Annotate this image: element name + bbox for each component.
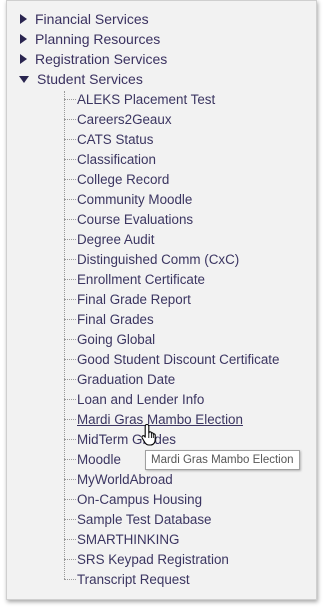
category-label: Registration Services (35, 51, 168, 67)
tree-branch (64, 378, 76, 380)
tree-branch (64, 338, 76, 340)
category-planning-resources[interactable]: Planning Resources (19, 29, 160, 49)
tree-branch (64, 138, 76, 140)
menu-item-degree-audit[interactable]: Degree Audit (64, 229, 154, 249)
menu-item-label[interactable]: Distinguished Comm (CxC) (77, 252, 239, 267)
tree-branch (64, 258, 76, 260)
tree-branch (64, 438, 76, 440)
tree-branch (64, 478, 76, 480)
tree-branch (64, 578, 76, 580)
menu-item-label[interactable]: MyWorldAbroad (77, 472, 173, 487)
menu-item-label[interactable]: ALEKS Placement Test (77, 92, 215, 107)
menu-item-label[interactable]: Final Grades (77, 312, 154, 327)
tree-branch (64, 98, 76, 100)
menu-item-label[interactable]: Good Student Discount Certificate (77, 352, 279, 367)
menu-item-sample-test-database[interactable]: Sample Test Database (64, 509, 211, 529)
collapse-triangle-icon (19, 75, 29, 83)
menu-item-college-record[interactable]: College Record (64, 169, 169, 189)
menu-item-label[interactable]: On-Campus Housing (77, 492, 202, 507)
menu-item-label[interactable]: Careers2Geaux (77, 112, 172, 127)
menu-item-label[interactable]: Final Grade Report (77, 292, 191, 307)
menu-item-label[interactable]: Classification (77, 152, 156, 167)
tooltip-text: Mardi Gras Mambo Election (151, 454, 294, 466)
menu-item-moodle[interactable]: Moodle (64, 449, 121, 469)
menu-item-careers2geaux[interactable]: Careers2Geaux (64, 109, 172, 129)
menu-item-cats-status[interactable]: CATS Status (64, 129, 153, 149)
menu-item-final-grades[interactable]: Final Grades (64, 309, 154, 329)
hand-pointer-icon (141, 423, 156, 446)
tree-branch (64, 398, 76, 400)
menu-item-label[interactable]: SMARTHINKING (77, 532, 179, 547)
tree-branch (64, 118, 76, 120)
expand-triangle-icon (20, 14, 27, 24)
menu-item-label[interactable]: Course Evaluations (77, 212, 193, 227)
tree-branch (64, 198, 76, 200)
menu-item-label[interactable]: Graduation Date (77, 372, 175, 387)
menu-item-label[interactable]: Going Global (77, 332, 155, 347)
menu-item-course-evaluations[interactable]: Course Evaluations (64, 209, 193, 229)
category-registration-services[interactable]: Registration Services (19, 49, 167, 69)
menu-item-label[interactable]: SRS Keypad Registration (77, 552, 229, 567)
menu-item-label[interactable]: Degree Audit (77, 232, 154, 247)
menu-item-community-moodle[interactable]: Community Moodle (64, 189, 192, 209)
menu-item-good-student-discount-certificate[interactable]: Good Student Discount Certificate (64, 349, 279, 369)
menu-item-label[interactable]: Loan and Lender Info (77, 392, 204, 407)
menu-item-aleks-placement-test[interactable]: ALEKS Placement Test (64, 89, 215, 109)
tree-branch (64, 458, 76, 460)
category-label: Planning Resources (35, 31, 161, 47)
category-label: Student Services (37, 71, 143, 87)
menu-item-distinguished-comm[interactable]: Distinguished Comm (CxC) (64, 249, 239, 269)
services-menu-panel: Financial Services Planning Resources Re… (6, 0, 317, 600)
expand-triangle-icon (20, 54, 27, 64)
menu-item-label[interactable]: College Record (77, 172, 169, 187)
menu-item-label[interactable]: Transcript Request (77, 572, 190, 587)
tree-branch (64, 558, 76, 560)
menu-item-smarthinking[interactable]: SMARTHINKING (64, 529, 179, 549)
tree-branch (64, 178, 76, 180)
menu-item-label[interactable]: Mardi Gras Mambo Election (77, 412, 243, 427)
menu-item-going-global[interactable]: Going Global (64, 329, 155, 349)
menu-item-srs-keypad-registration[interactable]: SRS Keypad Registration (64, 549, 229, 569)
menu-item-enrollment-certificate[interactable]: Enrollment Certificate (64, 269, 205, 289)
expand-triangle-icon (20, 34, 27, 44)
category-financial-services[interactable]: Financial Services (19, 9, 149, 29)
menu-item-classification[interactable]: Classification (64, 149, 156, 169)
menu-item-label[interactable]: CATS Status (77, 132, 153, 147)
tree-branch (64, 498, 76, 500)
menu-item-transcript-request[interactable]: Transcript Request (64, 569, 190, 589)
category-student-services[interactable]: Student Services (19, 69, 143, 89)
tree-branch (64, 418, 76, 420)
tree-branch (64, 218, 76, 220)
tree-branch (64, 238, 76, 240)
tree-branch (64, 538, 76, 540)
menu-item-label[interactable]: Moodle (77, 452, 121, 467)
menu-item-label[interactable]: MidTerm Grades (77, 432, 176, 447)
tree-branch (64, 278, 76, 280)
menu-item-midterm-grades[interactable]: MidTerm Grades (64, 429, 176, 449)
menu-item-final-grade-report[interactable]: Final Grade Report (64, 289, 191, 309)
menu-item-graduation-date[interactable]: Graduation Date (64, 369, 175, 389)
category-label: Financial Services (35, 11, 149, 27)
menu-item-label[interactable]: Enrollment Certificate (77, 272, 205, 287)
tree-branch (64, 298, 76, 300)
tree-branch (64, 358, 76, 360)
tree-branch (64, 318, 76, 320)
menu-item-myworldabroad[interactable]: MyWorldAbroad (64, 469, 173, 489)
menu-item-label[interactable]: Sample Test Database (77, 512, 211, 527)
menu-item-on-campus-housing[interactable]: On-Campus Housing (64, 489, 202, 509)
menu-item-loan-and-lender-info[interactable]: Loan and Lender Info (64, 389, 204, 409)
link-tooltip: Mardi Gras Mambo Election (145, 450, 300, 470)
tree-branch (64, 518, 76, 520)
menu-item-label[interactable]: Community Moodle (77, 192, 192, 207)
tree-branch (64, 158, 76, 160)
